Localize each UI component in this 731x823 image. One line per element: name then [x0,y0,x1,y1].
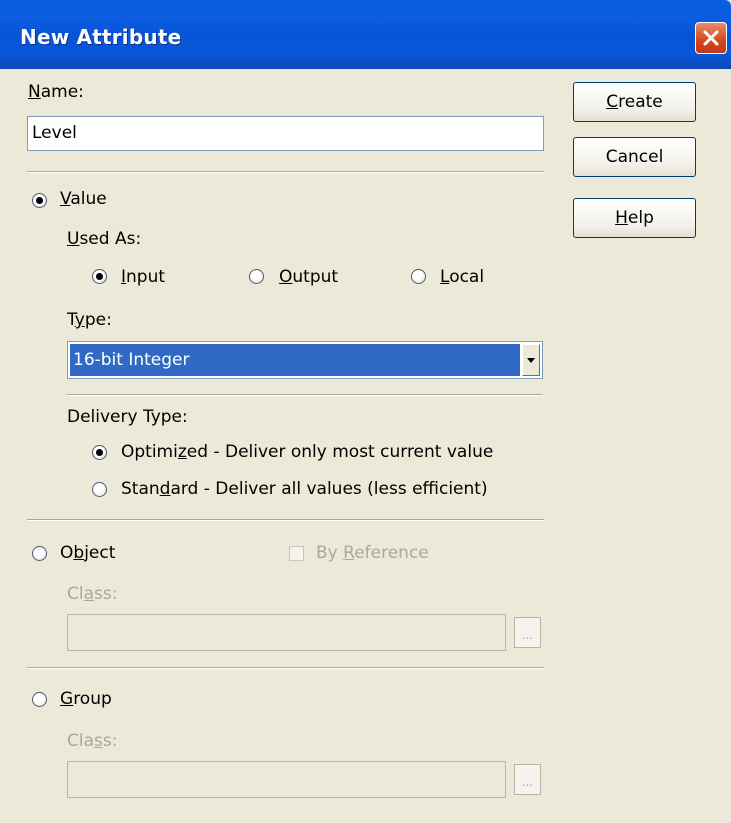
object-class-label: Class: [67,584,118,604]
local-radio[interactable] [411,269,426,284]
title-bar[interactable]: New Attribute [0,0,731,69]
by-reference-checkbox[interactable] [289,546,304,561]
help-rest: elp [627,208,654,228]
output-radio[interactable] [249,269,264,284]
radio-dot [36,197,43,204]
local-radio-label: Local [440,267,485,287]
value-radio[interactable] [32,193,47,208]
input-radio-label: Input [121,267,166,287]
create-accel: C [606,92,619,112]
object-radio[interactable] [32,546,47,561]
separator [27,519,544,521]
window-title: New Attribute [20,25,182,49]
type-select[interactable]: 16-bit Integer [67,341,543,379]
group-radio-label: Group [60,689,112,709]
standard-radio[interactable] [92,482,107,497]
create-button[interactable]: Create [573,82,696,122]
input-radio[interactable] [92,269,107,284]
used-as-label: Used As: [67,229,142,249]
optimized-radio[interactable] [92,445,107,460]
close-button[interactable] [695,22,727,54]
separator [67,394,543,396]
name-input-value: Level [32,123,77,143]
help-button[interactable]: Help [573,198,696,238]
group-class-label: Class: [67,731,118,751]
new-attribute-dialog: New Attribute Name: Level Create Cancel … [0,0,731,823]
chevron-down-icon [527,358,535,363]
radio-dot [96,449,103,456]
close-icon [703,30,719,46]
separator [27,667,544,669]
value-radio-label: Value [60,189,107,209]
standard-radio-label: Standard - Deliver all values (less effi… [121,479,488,499]
dialog-bottom-edge [0,818,731,823]
dropdown-arrow-button[interactable] [522,344,540,376]
group-class-browse-button[interactable]: ... [514,764,541,795]
cancel-button[interactable]: Cancel [573,137,696,177]
object-radio-label: Object [60,543,116,563]
by-reference-label: By Reference [316,543,429,563]
type-select-value: 16-bit Integer [70,344,520,376]
create-rest: reate [618,92,663,112]
group-class-input[interactable] [67,761,506,798]
separator [27,171,544,173]
object-class-browse-button[interactable]: ... [514,617,541,648]
optimized-radio-label: Optimized - Deliver only most current va… [121,442,494,462]
help-accel: H [615,208,628,228]
output-radio-label: Output [279,267,339,287]
name-label: Name: [28,82,84,102]
name-input[interactable]: Level [27,116,544,151]
group-radio[interactable] [32,692,47,707]
type-label: Type: [67,310,112,330]
object-class-input[interactable] [67,614,506,651]
delivery-type-label: Delivery Type: [67,407,188,427]
radio-dot [96,273,103,280]
